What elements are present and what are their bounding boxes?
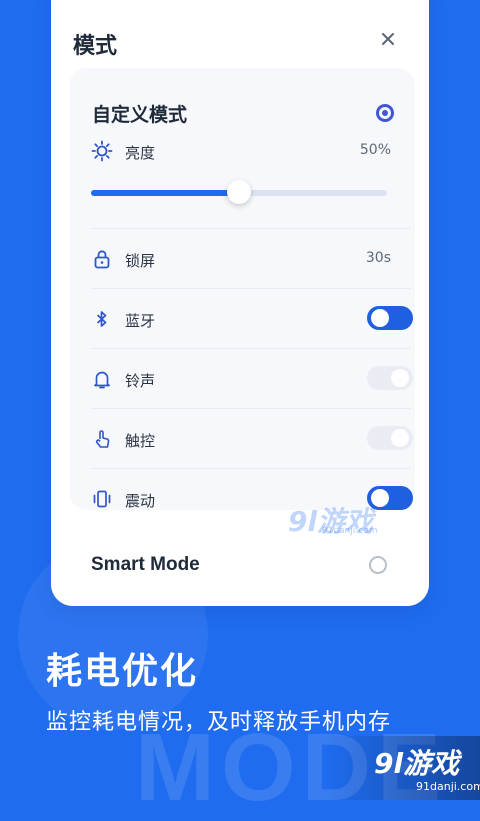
watermark-logo: 9l游戏 91danji.com [288,500,377,540]
divider [91,408,411,409]
custom-mode-title: 自定义模式 [92,104,188,126]
lock-label: 锁屏 [125,252,156,270]
touch-icon [91,428,113,450]
lock-row[interactable]: 锁屏 30s [91,248,391,272]
corner-watermark-url: 91danji.com [416,780,480,793]
smart-mode-radio[interactable] [369,556,387,574]
vibrate-toggle[interactable] [367,486,413,510]
bell-icon [91,368,113,390]
ringtone-row: 铃声 [91,366,413,392]
divider [91,288,411,289]
custom-mode-panel: 自定义模式 亮度 50% 锁屏 30s 蓝牙 铃声 触控 震动 [69,68,415,510]
touch-label: 触控 [125,432,156,450]
close-icon [382,33,394,45]
touch-toggle[interactable] [367,426,413,450]
bluetooth-label: 蓝牙 [125,312,156,330]
divider [91,348,411,349]
slider-thumb[interactable] [227,180,251,204]
close-button[interactable] [377,28,399,50]
bluetooth-row: 蓝牙 [91,306,413,332]
brightness-icon [91,140,113,162]
bluetooth-icon [91,308,113,330]
dialog-title: 模式 [73,34,118,59]
smart-mode-title: Smart Mode [91,554,200,575]
ringtone-label: 铃声 [125,372,156,390]
brightness-value: 50% [359,142,391,158]
custom-mode-radio[interactable] [376,104,394,122]
toggle-knob [371,309,389,327]
touch-row: 触控 [91,426,413,452]
corner-watermark-logo: 9l游戏 [374,747,460,780]
brightness-slider[interactable] [91,180,387,206]
brightness-label: 亮度 [125,144,156,162]
promo-headline: 耗电优化 [46,651,199,692]
lock-value: 30s [365,250,391,266]
vibrate-label: 震动 [125,492,156,510]
promo-subline: 监控耗电情况，及时释放手机内存 [46,710,392,735]
lock-icon [91,248,113,270]
divider [91,468,411,469]
slider-fill [91,190,239,196]
toggle-knob [391,369,409,387]
divider [91,228,411,229]
bluetooth-toggle[interactable] [367,306,413,330]
toggle-knob [371,489,389,507]
brightness-row: 亮度 50% [91,140,391,164]
vibrate-icon [91,488,113,510]
toggle-knob [391,429,409,447]
watermark-logo-url: 91danji.com [322,526,378,536]
ringtone-toggle[interactable] [367,366,413,390]
corner-watermark: 9l游戏 91danji.com [324,736,480,800]
